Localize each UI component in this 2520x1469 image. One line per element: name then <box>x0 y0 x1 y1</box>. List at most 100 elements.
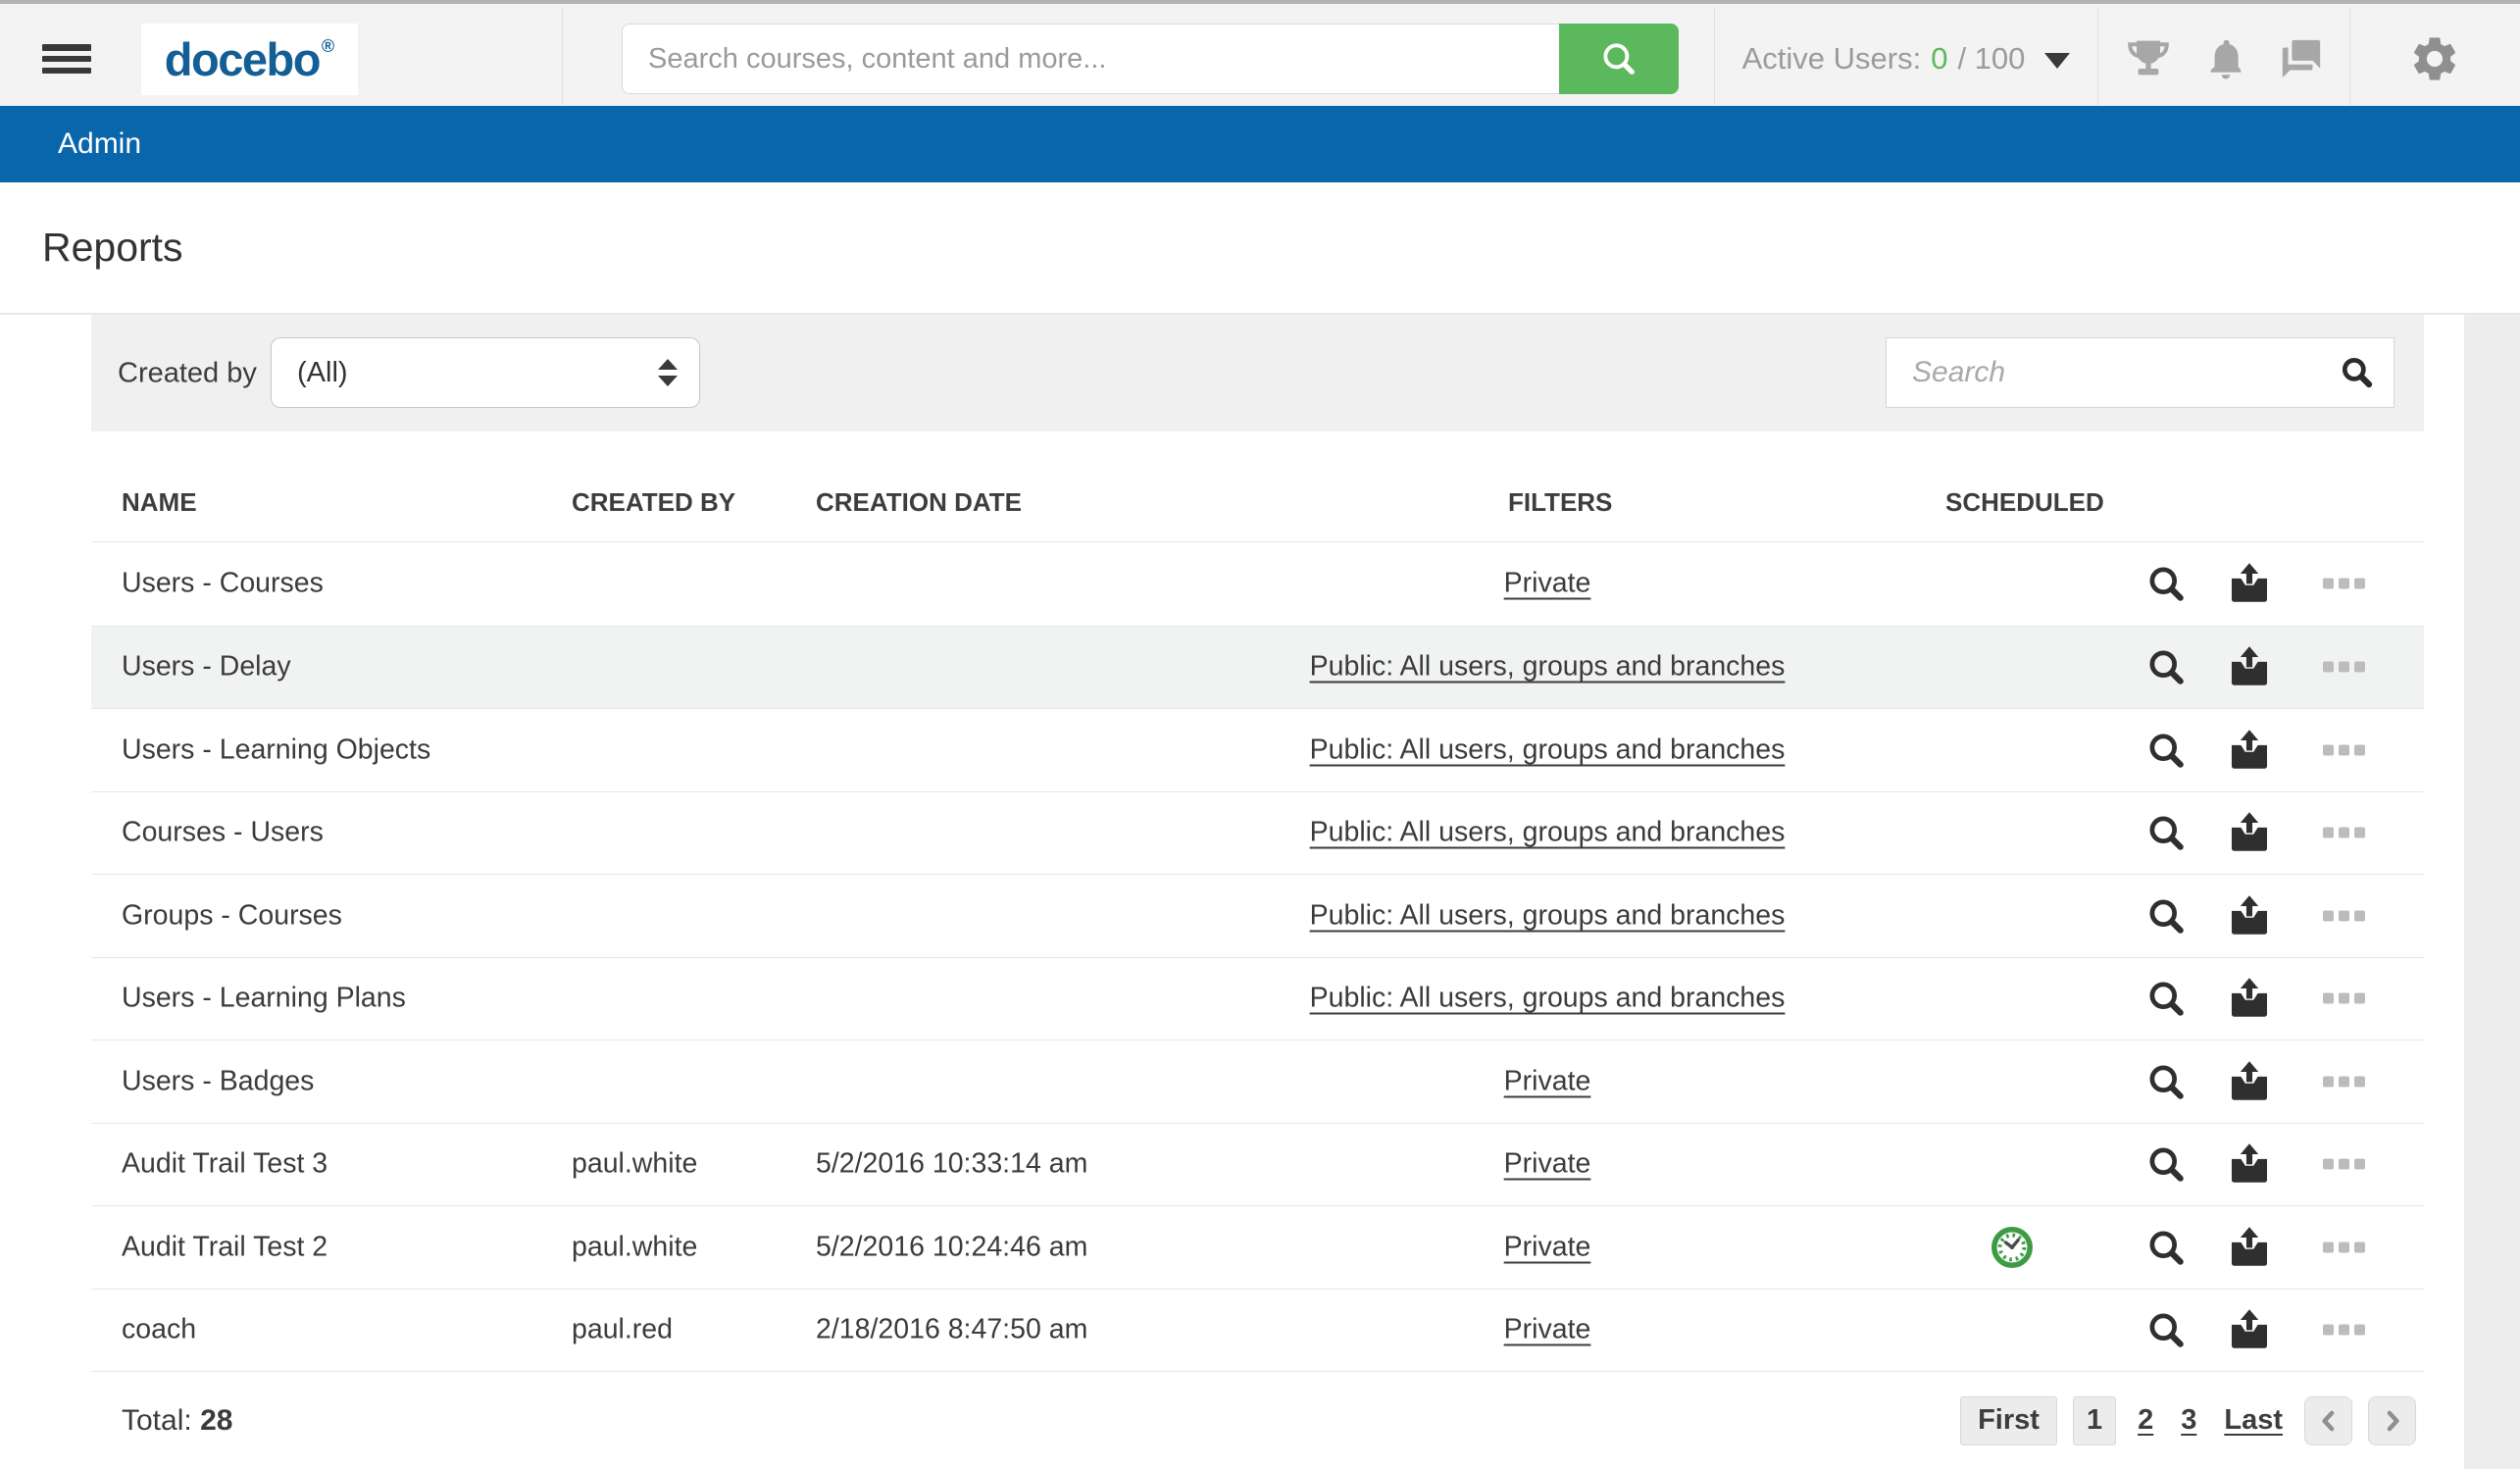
pagination-prev-button[interactable] <box>2304 1396 2352 1445</box>
preview-report-button[interactable] <box>2141 890 2192 941</box>
report-filters-link[interactable]: Public: All users, groups and branches <box>1204 734 1890 766</box>
row-menu-button[interactable] <box>2319 1321 2369 1340</box>
preview-report-button[interactable] <box>2141 725 2192 776</box>
table-row: Users - Badges Private <box>91 1039 2424 1123</box>
search-icon <box>2144 1226 2188 1269</box>
gamification-button[interactable] <box>2121 8 2176 110</box>
export-report-button[interactable] <box>2223 1221 2276 1274</box>
preview-report-button[interactable] <box>2141 641 2192 692</box>
row-menu-button[interactable] <box>2319 989 2369 1008</box>
pagination-current-page[interactable]: 1 <box>2073 1396 2116 1445</box>
docebo-logo[interactable]: docebo ® <box>141 24 358 95</box>
export-icon <box>2227 1225 2272 1270</box>
pagination-first-button[interactable]: First <box>1960 1396 2057 1445</box>
report-filters-link[interactable]: Private <box>1204 568 1890 600</box>
table-search-button[interactable] <box>2339 354 2376 391</box>
created-by-label: Created by <box>118 357 257 389</box>
search-icon <box>2339 354 2376 391</box>
search-icon <box>2144 977 2188 1020</box>
report-filters-link[interactable]: Public: All users, groups and branches <box>1204 899 1890 932</box>
export-report-button[interactable] <box>2223 889 2276 942</box>
table-row: Users - Courses Private <box>91 542 2424 626</box>
export-icon <box>2227 644 2272 689</box>
row-menu-button[interactable] <box>2319 658 2369 677</box>
export-report-button[interactable] <box>2223 972 2276 1025</box>
report-filters-link[interactable]: Public: All users, groups and branches <box>1204 983 1890 1015</box>
row-menu-button[interactable] <box>2319 1238 2369 1256</box>
divider <box>2349 8 2350 110</box>
messages-button[interactable] <box>2274 8 2329 110</box>
export-report-button[interactable] <box>2223 557 2276 610</box>
page-title: Reports <box>42 225 183 271</box>
export-report-button[interactable] <box>2223 1303 2276 1356</box>
preview-report-button[interactable] <box>2141 558 2192 609</box>
active-users-total: / 100 <box>1957 41 2025 76</box>
preview-report-button[interactable] <box>2141 1222 2192 1273</box>
filter-bar: Created by (All) <box>91 315 2424 431</box>
preview-report-button[interactable] <box>2141 1139 2192 1190</box>
report-name: Users - Badges <box>122 1065 314 1097</box>
preview-report-button[interactable] <box>2141 973 2192 1024</box>
created-by-select[interactable]: (All) <box>271 337 700 408</box>
pagination-last-link[interactable]: Last <box>2224 1404 2283 1437</box>
table-header: NAME CREATED BY CREATION DATE FILTERS SC… <box>91 431 2424 542</box>
row-menu-button[interactable] <box>2319 906 2369 925</box>
report-created-by: paul.white <box>572 1231 697 1263</box>
report-name: Groups - Courses <box>122 899 342 932</box>
created-by-selected-value: (All) <box>297 357 348 389</box>
export-icon <box>2227 976 2272 1021</box>
report-name: Users - Delay <box>122 651 291 684</box>
export-icon <box>2227 1059 2272 1104</box>
search-icon <box>2144 811 2188 854</box>
report-name: Users - Learning Objects <box>122 734 430 766</box>
chevron-down-icon <box>2044 53 2070 69</box>
row-menu-button[interactable] <box>2319 575 2369 593</box>
menu-button[interactable] <box>42 44 91 74</box>
row-menu-button[interactable] <box>2319 740 2369 759</box>
pagination-page-link[interactable]: 3 <box>2181 1404 2196 1437</box>
column-header-filters: FILTERS <box>1508 487 1612 518</box>
search-icon <box>1598 38 1639 79</box>
report-filters-link[interactable]: Private <box>1204 1148 1890 1181</box>
total-count: Total: 28 <box>122 1404 232 1438</box>
pagination-page-link[interactable]: 2 <box>2138 1404 2153 1437</box>
divider <box>562 8 563 110</box>
export-report-button[interactable] <box>2223 1055 2276 1108</box>
pagination-pages: 123 <box>2073 1396 2202 1445</box>
export-report-button[interactable] <box>2223 806 2276 859</box>
export-report-button[interactable] <box>2223 724 2276 777</box>
report-filters-link[interactable]: Private <box>1204 1314 1890 1346</box>
report-filters-link[interactable]: Private <box>1204 1065 1890 1097</box>
row-menu-button[interactable] <box>2319 1155 2369 1174</box>
more-options-icon <box>2323 1076 2334 1087</box>
preview-report-button[interactable] <box>2141 1304 2192 1355</box>
admin-bar: Admin <box>0 106 2520 182</box>
table-row: Courses - Users Public: All users, group… <box>91 791 2424 875</box>
table-search-input[interactable] <box>1887 356 2339 389</box>
pagination-next-button[interactable] <box>2368 1396 2416 1445</box>
row-menu-button[interactable] <box>2319 824 2369 842</box>
search-icon <box>2144 1308 2188 1351</box>
notifications-button[interactable] <box>2198 8 2253 110</box>
global-search-button[interactable] <box>1559 24 1679 94</box>
table-body: Users - Courses Private <box>91 542 2424 1371</box>
table-search <box>1886 337 2394 408</box>
preview-report-button[interactable] <box>2141 1056 2192 1107</box>
top-bar: docebo ® Active Users: 0 / 100 <box>0 4 2520 106</box>
active-users-count: 0 <box>1931 41 1947 76</box>
active-users-dropdown[interactable]: Active Users: 0 / 100 <box>1715 8 2097 110</box>
export-report-button[interactable] <box>2223 640 2276 693</box>
export-icon <box>2227 810 2272 855</box>
row-menu-button[interactable] <box>2319 1072 2369 1090</box>
settings-button[interactable] <box>2407 8 2462 110</box>
report-filters-link[interactable]: Private <box>1204 1231 1890 1263</box>
export-report-button[interactable] <box>2223 1138 2276 1190</box>
report-creation-date: 2/18/2016 8:47:50 am <box>816 1314 1087 1346</box>
report-filters-link[interactable]: Public: All users, groups and branches <box>1204 817 1890 849</box>
preview-report-button[interactable] <box>2141 807 2192 858</box>
reports-card: Created by (All) NAME C <box>91 315 2424 1469</box>
admin-bar-label: Admin <box>58 127 141 161</box>
global-search-input[interactable] <box>622 24 1559 94</box>
report-filters-link[interactable]: Public: All users, groups and branches <box>1204 651 1890 684</box>
report-name: coach <box>122 1314 196 1346</box>
